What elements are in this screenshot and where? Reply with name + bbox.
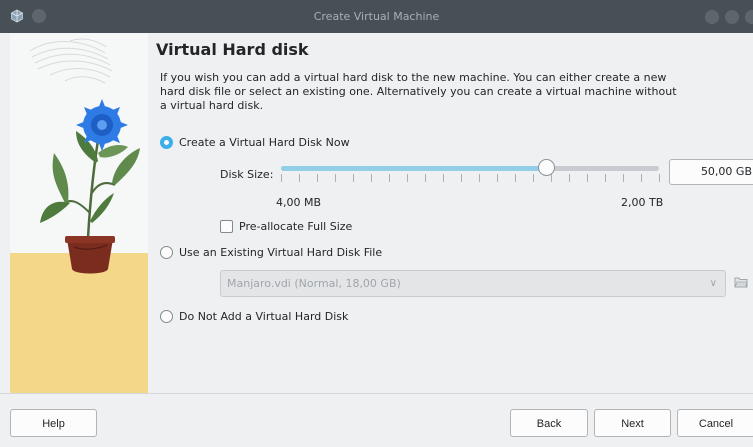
virtualbox-icon[interactable] xyxy=(10,9,24,23)
existing-disk-dropdown[interactable]: Manjaro.vdi (Normal, 18,00 GB) ∨ xyxy=(220,270,726,297)
radio-create-new-label: Create a Virtual Hard Disk Now xyxy=(179,136,350,149)
titlebar-left xyxy=(10,9,46,23)
slider-tick xyxy=(317,174,318,182)
slider-tick xyxy=(425,174,426,182)
radio-no-disk[interactable]: Do Not Add a Virtual Hard Disk xyxy=(160,310,348,323)
flower-pot-illustration xyxy=(10,38,148,393)
radio-indicator[interactable] xyxy=(160,246,173,259)
preallocate-checkbox-row[interactable]: Pre-allocate Full Size xyxy=(220,220,352,233)
slider-fill xyxy=(281,166,546,171)
slider-tick xyxy=(533,174,534,182)
next-button[interactable]: Next xyxy=(594,409,671,437)
slider-tick xyxy=(587,174,588,182)
radio-no-disk-label: Do Not Add a Virtual Hard Disk xyxy=(179,310,349,323)
folder-open-icon[interactable] xyxy=(734,276,748,288)
minimize-button[interactable] xyxy=(705,10,719,24)
slider-tick xyxy=(443,174,444,182)
window-title: Create Virtual Machine xyxy=(313,10,440,23)
slider-tick xyxy=(335,174,336,182)
maximize-button[interactable] xyxy=(725,10,739,24)
page-title: Virtual Hard disk xyxy=(156,40,309,59)
cancel-button[interactable]: Cancel xyxy=(677,409,753,437)
disk-size-label: Disk Size: xyxy=(220,168,274,181)
window-titlebar[interactable]: Create Virtual Machine xyxy=(0,0,753,33)
slider-tick xyxy=(605,174,606,182)
slider-tick xyxy=(515,174,516,182)
slider-tick xyxy=(407,174,408,182)
slider-tick xyxy=(281,174,282,182)
slider-tick xyxy=(371,174,372,182)
button-bar: Help Back Next Cancel xyxy=(0,393,753,447)
disk-size-input[interactable]: 50,00 GB xyxy=(669,159,753,185)
slider-tick xyxy=(461,174,462,182)
slider-tick xyxy=(551,174,552,182)
close-button[interactable] xyxy=(745,10,753,24)
radio-indicator[interactable] xyxy=(160,310,173,323)
chevron-down-icon: ∨ xyxy=(709,278,717,289)
slider-tick xyxy=(479,174,480,182)
radio-indicator[interactable] xyxy=(160,136,173,149)
radio-create-new-disk[interactable]: Create a Virtual Hard Disk Now xyxy=(160,136,350,149)
help-button[interactable]: Help xyxy=(10,409,97,437)
slider-tick xyxy=(353,174,354,182)
preallocate-checkbox[interactable] xyxy=(220,220,233,233)
slider-tick xyxy=(659,174,660,182)
disk-size-max-label: 2,00 TB xyxy=(621,196,664,209)
disk-size-min-label: 4,00 MB xyxy=(276,196,322,209)
slider-tick xyxy=(641,174,642,182)
existing-disk-selected: Manjaro.vdi (Normal, 18,00 GB) xyxy=(227,277,401,290)
slider-tick xyxy=(389,174,390,182)
slider-tick xyxy=(569,174,570,182)
radio-use-existing-label: Use an Existing Virtual Hard Disk File xyxy=(179,246,383,259)
preallocate-label: Pre-allocate Full Size xyxy=(239,220,353,233)
slider-tick xyxy=(497,174,498,182)
back-button[interactable]: Back xyxy=(510,409,588,437)
disk-size-slider[interactable] xyxy=(281,159,659,176)
slider-tick xyxy=(299,174,300,182)
radio-use-existing-disk[interactable]: Use an Existing Virtual Hard Disk File xyxy=(160,246,382,259)
slider-ticks xyxy=(281,174,660,182)
keep-above-button[interactable] xyxy=(32,9,46,23)
titlebar-right xyxy=(705,10,753,24)
wizard-illustration xyxy=(10,33,148,393)
page-description: If you wish you can add a virtual hard d… xyxy=(160,71,677,112)
slider-tick xyxy=(623,174,624,182)
